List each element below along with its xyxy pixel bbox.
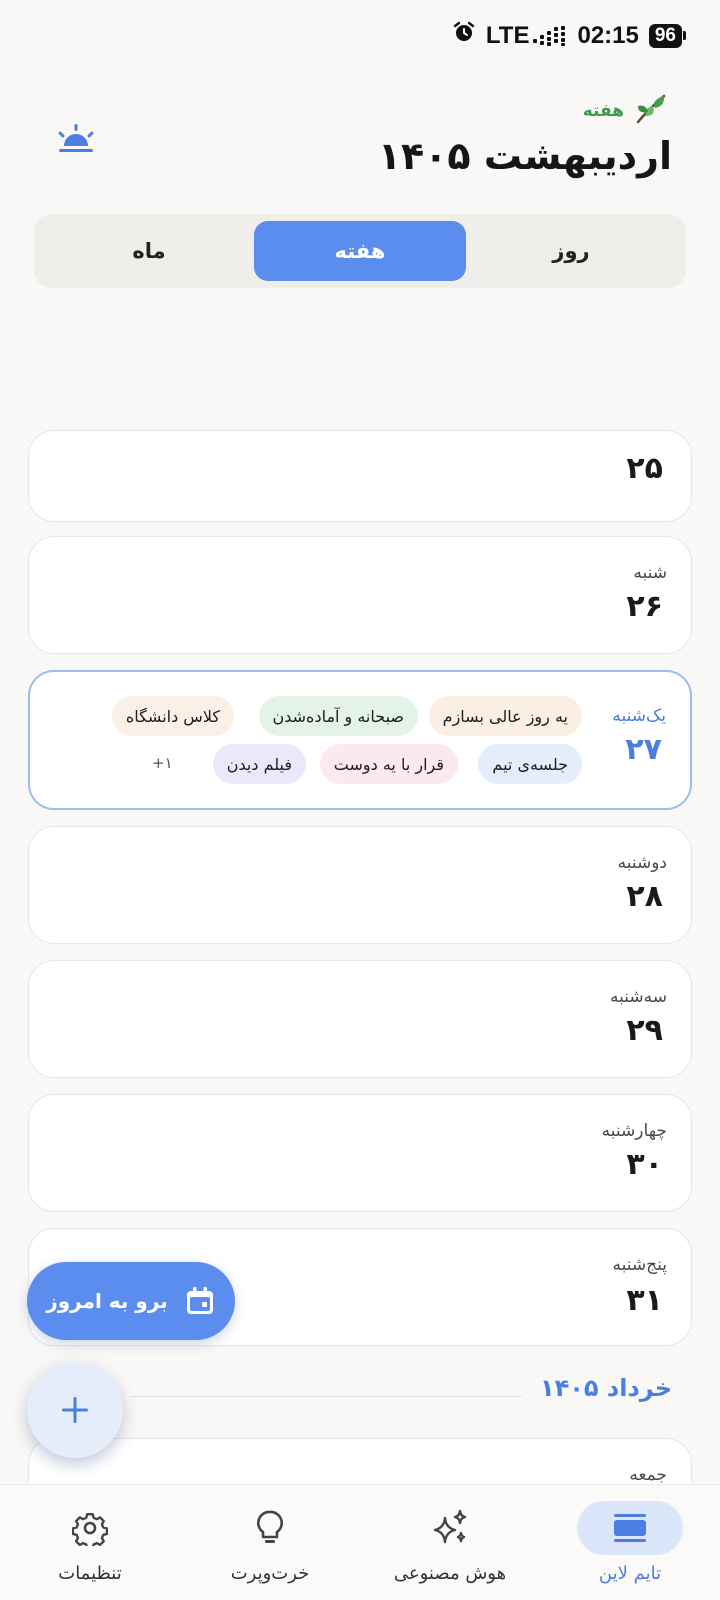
nav-timeline-label: تایم لاین bbox=[598, 1563, 662, 1584]
event-chip[interactable]: صبحانه و آماده‌شدن bbox=[258, 696, 418, 736]
nav-ai-label: هوش مصنوعی bbox=[393, 1563, 507, 1584]
week-tag: هفته bbox=[583, 92, 668, 129]
sunrise-icon bbox=[58, 124, 94, 152]
nav-settings[interactable]: تنظیمات bbox=[0, 1485, 180, 1600]
week-tag-label: هفته bbox=[582, 100, 624, 121]
tab-month[interactable]: ماه bbox=[43, 221, 255, 281]
nav-ai[interactable]: هوش مصنوعی bbox=[360, 1485, 540, 1600]
day-name: یک‌شنبه bbox=[612, 706, 666, 726]
day-card[interactable]: سه‌شنبه ۲۹ bbox=[28, 960, 692, 1078]
tab-day[interactable]: روز bbox=[465, 221, 677, 281]
day-number: ۲۵ bbox=[626, 451, 663, 486]
add-event-button[interactable] bbox=[27, 1362, 123, 1458]
nav-misc[interactable]: خرت‌وپرت bbox=[180, 1485, 360, 1600]
go-to-today-label: برو به امروز bbox=[46, 1289, 168, 1313]
event-chip[interactable]: جلسه‌ی تیم bbox=[478, 744, 582, 784]
divider bbox=[130, 1396, 522, 1397]
alarm-icon bbox=[452, 20, 476, 51]
day-card[interactable]: ۲۵ bbox=[28, 430, 692, 522]
tab-week[interactable]: هفته bbox=[254, 221, 466, 281]
theme-toggle-button[interactable] bbox=[54, 122, 98, 156]
nav-timeline[interactable]: تایم لاین bbox=[540, 1485, 720, 1600]
day-name: شنبه bbox=[633, 563, 667, 583]
day-number: ۲۷ bbox=[625, 732, 662, 767]
bottom-navigation: تنظیمات خرت‌وپرت هوش مصنوعی bbox=[0, 1484, 720, 1600]
signal-icon bbox=[533, 25, 566, 46]
day-number: ۳۰ bbox=[626, 1147, 663, 1182]
nav-settings-icon-wrap bbox=[37, 1501, 143, 1555]
network-indicator: LTE bbox=[486, 22, 568, 50]
event-chip[interactable]: یه روز عالی بسازم bbox=[428, 696, 582, 736]
day-name: سه‌شنبه bbox=[610, 987, 667, 1007]
view-switch: ماه هفته روز bbox=[34, 214, 686, 288]
month-separator: خرداد ۱۴۰۵ bbox=[130, 1374, 672, 1414]
event-chip[interactable]: کلاس دانشگاه bbox=[111, 696, 234, 736]
nav-ai-icon-wrap bbox=[397, 1501, 503, 1555]
nav-misc-label: خرت‌وپرت bbox=[230, 1563, 310, 1584]
calendar-icon bbox=[186, 1287, 213, 1314]
day-name: جمعه bbox=[629, 1465, 667, 1485]
battery-indicator: 96 bbox=[648, 23, 687, 48]
day-card[interactable]: دوشنبه ۲۸ bbox=[28, 826, 692, 944]
event-chip[interactable]: قرار با یه دوست bbox=[319, 744, 458, 784]
lightbulb-icon bbox=[257, 1510, 283, 1543]
day-card-today[interactable]: یک‌شنبه ۲۷ یه روز عالی بسازم صبحانه و آم… bbox=[28, 670, 692, 810]
network-type: LTE bbox=[485, 21, 530, 49]
nav-settings-label: تنظیمات bbox=[58, 1563, 122, 1584]
day-number: ۲۶ bbox=[626, 589, 663, 624]
clock: 02:15 bbox=[577, 21, 639, 49]
sparkles-icon bbox=[433, 1509, 467, 1544]
page-title: اردیبهشت ۱۴۰۵ bbox=[377, 134, 672, 178]
day-name: پنج‌شنبه bbox=[612, 1255, 667, 1275]
leaf-icon bbox=[634, 92, 668, 129]
month-separator-label: خرداد ۱۴۰۵ bbox=[539, 1374, 672, 1402]
nav-misc-icon-wrap bbox=[217, 1501, 323, 1555]
day-number: ۲۹ bbox=[626, 1013, 663, 1048]
status-icons: LTE 02:15 96 bbox=[452, 20, 687, 51]
plus-icon bbox=[62, 1397, 88, 1423]
more-events-count[interactable]: +۱ bbox=[152, 754, 173, 772]
day-card[interactable]: چهارشنبه ۳۰ bbox=[28, 1094, 692, 1212]
go-to-today-button[interactable]: برو به امروز bbox=[27, 1262, 235, 1340]
timeline-icon bbox=[614, 1514, 646, 1542]
status-bar: LTE 02:15 96 bbox=[0, 0, 720, 68]
header: هفته اردیبهشت ۱۴۰۵ bbox=[0, 88, 720, 188]
day-name: چهارشنبه bbox=[601, 1121, 667, 1141]
gear-icon bbox=[72, 1512, 108, 1546]
day-name: دوشنبه bbox=[617, 853, 667, 873]
day-card[interactable]: شنبه ۲۶ bbox=[28, 536, 692, 654]
nav-timeline-icon-wrap bbox=[577, 1501, 683, 1555]
event-chip[interactable]: فیلم دیدن bbox=[212, 744, 306, 784]
day-number: ۳۱ bbox=[626, 1283, 663, 1318]
day-number: ۲۸ bbox=[626, 879, 663, 914]
